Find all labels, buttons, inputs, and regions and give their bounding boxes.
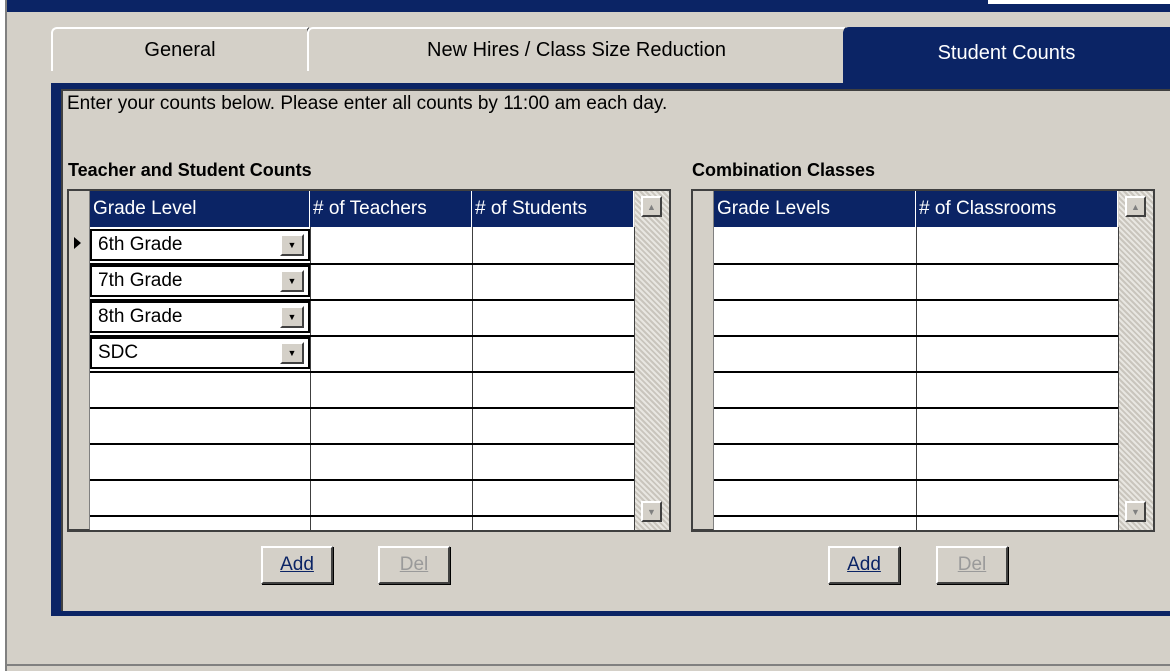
- chevron-down-icon[interactable]: ▼: [280, 234, 304, 256]
- row-divider: [714, 371, 1118, 373]
- add-combination-row-button[interactable]: Add: [828, 546, 900, 584]
- teacher-student-counts-title: Teacher and Student Counts: [68, 160, 312, 180]
- grade-level-select[interactable]: 7th Grade ▼: [90, 265, 310, 297]
- column-separator: [310, 227, 311, 532]
- grade-level-value: 8th Grade: [98, 306, 183, 327]
- tab-new-hires[interactable]: New Hires / Class Size Reduction: [307, 27, 846, 71]
- vertical-scrollbar[interactable]: [1119, 191, 1153, 530]
- grade-level-select[interactable]: 8th Grade ▼: [90, 301, 310, 333]
- row-divider: [714, 515, 1118, 517]
- column-header-teachers[interactable]: # of Teachers: [310, 191, 472, 227]
- row-divider: [714, 263, 1118, 265]
- column-header-students[interactable]: # of Students: [472, 191, 634, 227]
- vertical-scrollbar[interactable]: [635, 191, 669, 530]
- row-divider: [714, 443, 1118, 445]
- row-divider: [714, 407, 1118, 409]
- row-divider: [90, 479, 634, 481]
- column-separator: [916, 227, 917, 532]
- grade-level-select[interactable]: 6th Grade ▼: [90, 229, 310, 261]
- grade-level-value: SDC: [98, 342, 139, 363]
- teacher-counts-grid[interactable]: Grade Level # of Teachers # of Students …: [67, 189, 671, 532]
- combination-classes-title: Combination Classes: [692, 160, 876, 180]
- scroll-down-icon[interactable]: ▼: [1125, 501, 1146, 522]
- chevron-down-icon[interactable]: ▼: [280, 342, 304, 364]
- delete-combination-row-button[interactable]: Del: [936, 546, 1008, 584]
- column-separator: [472, 227, 473, 532]
- row-divider: [714, 299, 1118, 301]
- combination-classes-grid[interactable]: Grade Levels # of Classrooms ▲ ▼: [691, 189, 1155, 532]
- column-header-grade-levels[interactable]: Grade Levels: [714, 191, 916, 227]
- scroll-up-icon[interactable]: ▲: [1125, 196, 1146, 217]
- grade-level-value: 6th Grade: [98, 234, 183, 255]
- row-divider: [90, 443, 634, 445]
- chevron-down-icon[interactable]: ▼: [280, 306, 304, 328]
- chevron-down-icon[interactable]: ▼: [280, 270, 304, 292]
- window-top-notch: [988, 0, 1170, 4]
- grade-level-select[interactable]: SDC ▼: [90, 337, 310, 369]
- instructions-text: Enter your counts below. Please enter al…: [67, 93, 668, 114]
- window-bottom-line: [7, 664, 1170, 666]
- column-header-classrooms[interactable]: # of Classrooms: [916, 191, 1118, 227]
- row-divider: [90, 407, 634, 409]
- column-header-grade-level[interactable]: Grade Level: [90, 191, 310, 227]
- delete-teacher-row-button[interactable]: Del: [378, 546, 450, 584]
- row-divider: [714, 335, 1118, 337]
- grade-level-value: 7th Grade: [98, 270, 183, 291]
- row-selector-column: [693, 191, 714, 530]
- tab-student-counts[interactable]: Student Counts: [843, 27, 1170, 83]
- tab-general[interactable]: General: [51, 27, 309, 71]
- row-divider: [90, 515, 634, 517]
- row-divider: [90, 371, 634, 373]
- window-left-edge: [0, 0, 7, 671]
- scroll-up-icon[interactable]: ▲: [641, 196, 662, 217]
- current-row-pointer-icon: [74, 237, 81, 249]
- scroll-down-icon[interactable]: ▼: [641, 501, 662, 522]
- add-teacher-row-button[interactable]: Add: [261, 546, 333, 584]
- row-divider: [714, 479, 1118, 481]
